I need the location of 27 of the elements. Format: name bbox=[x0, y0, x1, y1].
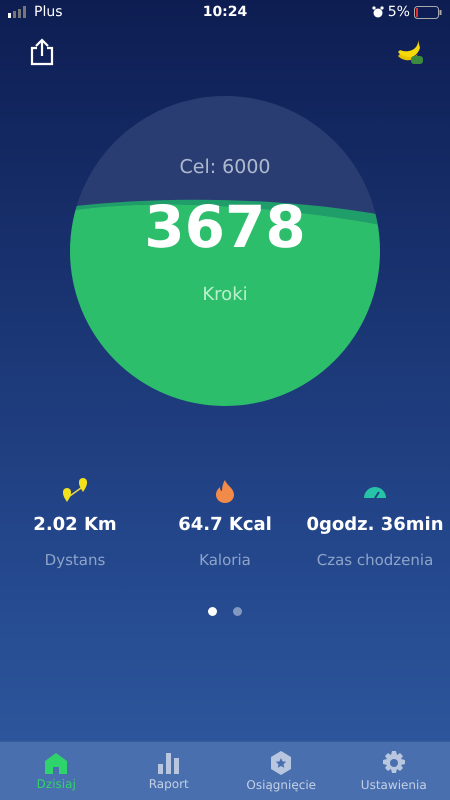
star-badge-icon bbox=[270, 750, 292, 774]
tab[interactable]: Ustawienia bbox=[338, 742, 450, 800]
home-icon bbox=[44, 752, 68, 774]
step-count: 3678 bbox=[144, 196, 306, 260]
battery-icon bbox=[414, 6, 442, 18]
share-icon[interactable] bbox=[30, 38, 54, 66]
page-dot[interactable] bbox=[233, 607, 242, 616]
battery-percent: 5% bbox=[388, 4, 410, 20]
bar-chart-icon bbox=[156, 752, 181, 774]
page-dot[interactable] bbox=[208, 607, 217, 616]
stat-value: 64.7 Kcal bbox=[178, 514, 272, 535]
steps-label: Kroki bbox=[202, 284, 248, 305]
map-pins-icon bbox=[61, 478, 89, 504]
tab[interactable]: Osiągnięcie bbox=[225, 742, 338, 800]
clock-time: 10:24 bbox=[202, 4, 248, 20]
tab[interactable]: Raport bbox=[112, 742, 225, 800]
stat-label: Dystans bbox=[44, 551, 106, 569]
flame-icon bbox=[214, 478, 236, 504]
stat-label: Czas chodzenia bbox=[316, 551, 434, 569]
stat-value: 2.02 Km bbox=[33, 514, 117, 535]
stat-label: Kaloria bbox=[199, 551, 251, 569]
tab[interactable]: Dzisiaj bbox=[0, 742, 112, 800]
goal-label: Cel: 6000 bbox=[179, 156, 271, 178]
stat-value: 0godz. 36min bbox=[306, 514, 444, 535]
carrier-name: Plus bbox=[34, 4, 62, 20]
settings-icon bbox=[382, 750, 406, 774]
alarm-icon bbox=[372, 6, 384, 18]
